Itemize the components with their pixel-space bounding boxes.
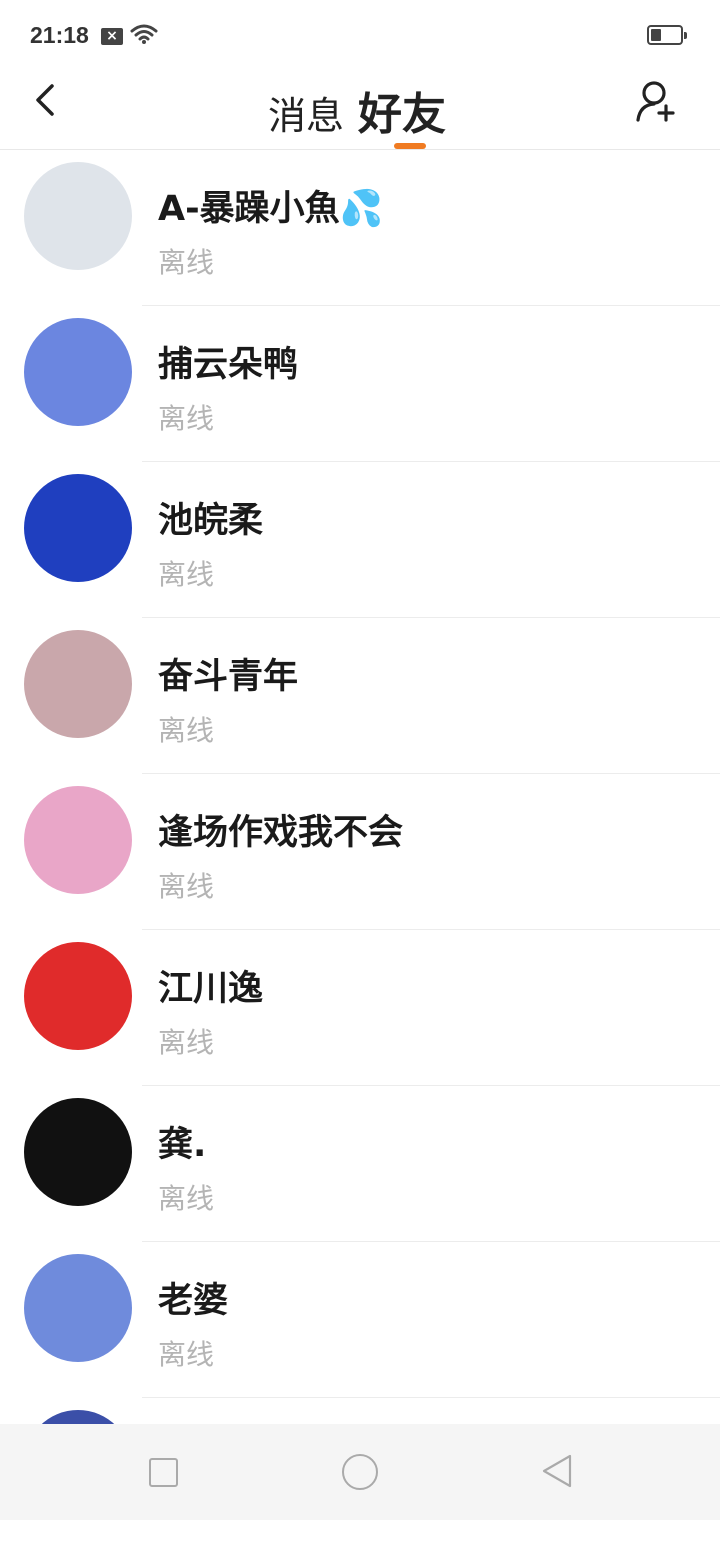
status-time: 21:18 [30,22,89,48]
friend-list-item[interactable]: 奋斗青年 离线 [0,618,720,774]
avatar[interactable] [24,1254,132,1362]
friend-list-item[interactable]: A-暴躁小魚💦 离线 [0,150,720,306]
friend-name: 捕云朵鸭 [158,345,299,385]
friend-status: 离线 [158,714,215,747]
system-nav-bar [0,1424,720,1520]
avatar[interactable] [24,474,132,582]
header-bar: 消息 好友 [0,70,720,150]
friend-status: 离线 [158,1338,215,1371]
battery-icon [647,25,687,45]
friend-status: 离线 [158,246,215,279]
tab-bar: 消息 好友 [268,78,446,140]
friend-name: 池皖柔 [158,501,264,541]
square-icon[interactable] [149,1458,178,1487]
friend-name: 逢场作戏我不会 [158,813,404,853]
avatar[interactable] [24,630,132,738]
sim-icon: × [101,28,123,45]
friend-list-item[interactable]: 逢场作戏我不会 离线 [0,774,720,930]
add-user-icon[interactable] [634,78,680,124]
avatar[interactable] [24,162,132,270]
friend-list-item[interactable]: 池皖柔 离线 [0,462,720,618]
friend-name: 老婆 [158,1281,229,1321]
tab-messages[interactable]: 消息 [268,85,344,140]
friend-status: 离线 [158,1182,215,1215]
circle-icon[interactable] [342,1454,378,1490]
triangle-back-icon[interactable] [540,1453,574,1489]
friend-list-item[interactable]: 老婆 离线 [0,1242,720,1398]
active-tab-indicator [394,143,426,149]
friend-status: 离线 [158,402,215,435]
friend-name: A-暴躁小魚💦 [158,189,384,229]
tab-friends[interactable]: 好友 [358,78,446,142]
friend-list-item[interactable]: 龚. 离线 [0,1086,720,1242]
friend-name: 江川逸 [158,969,264,1009]
friend-status: 离线 [158,870,215,903]
avatar[interactable] [24,786,132,894]
friend-name: 奋斗青年 [158,657,299,697]
back-icon[interactable] [30,84,62,116]
friend-status: 离线 [158,1026,215,1059]
status-bar: 21:18 × [0,0,720,70]
wifi-icon [130,24,158,44]
friend-list-item[interactable]: 捕云朵鸭 离线 [0,306,720,462]
avatar[interactable] [24,1098,132,1206]
avatar[interactable] [24,942,132,1050]
friend-status: 离线 [158,558,215,591]
friend-list-item[interactable]: 江川逸 离线 [0,930,720,1086]
friend-list: A-暴躁小魚💦 离线 捕云朵鸭 离线 池皖柔 离线 奋斗青年 离线 逢场作戏我不会 离线 江川逸 离线… [0,150,720,1554]
avatar[interactable] [24,318,132,426]
friend-name: 龚. [158,1125,207,1165]
